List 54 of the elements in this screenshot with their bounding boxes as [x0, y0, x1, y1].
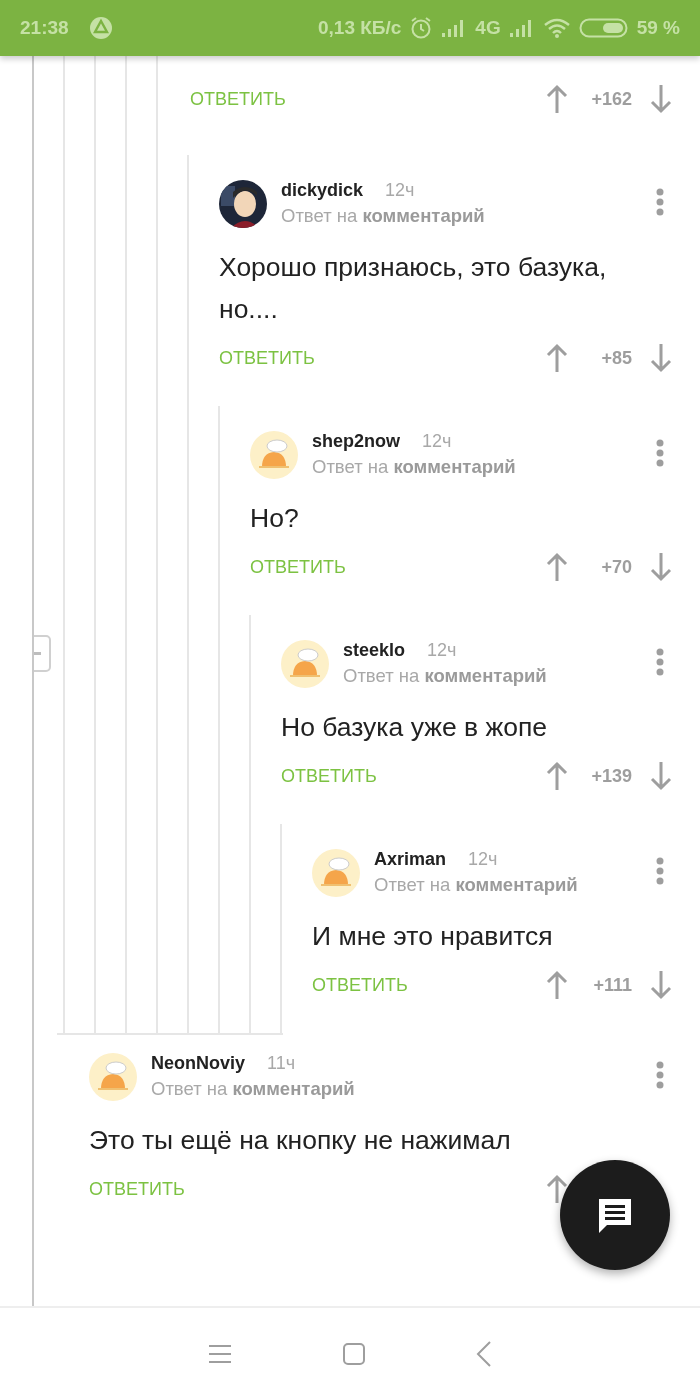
author-name[interactable]: Axriman [374, 849, 447, 870]
reply-info: Ответ на комментарий [343, 665, 548, 687]
more-icon[interactable] [656, 188, 664, 216]
home-icon[interactable] [342, 1342, 366, 1366]
menu-icon[interactable] [208, 1343, 232, 1365]
reply-info: Ответ на комментарий [281, 205, 486, 227]
more-icon[interactable] [656, 857, 664, 885]
comment-text: Это ты ещё на кнопку не нажимал [89, 1124, 512, 1157]
rating-score: +85 [600, 347, 632, 369]
more-icon[interactable] [656, 439, 664, 467]
reply-button[interactable]: ОТВЕТИТЬ [89, 1178, 185, 1200]
comment-text: И мне это нравится [312, 920, 554, 953]
battery-icon [578, 17, 629, 39]
clock: 21:38 [20, 17, 69, 39]
upvote-icon[interactable] [546, 1174, 568, 1204]
comment-text: Хорошо признаюсь, это базука, но.... [219, 251, 608, 326]
reply-info: Ответ на комментарий [374, 874, 579, 896]
downvote-icon[interactable] [650, 84, 672, 114]
more-icon[interactable] [656, 648, 664, 676]
comment-text: Но базука уже в жопе [281, 711, 548, 744]
avatar[interactable] [219, 180, 267, 228]
reply-button[interactable]: ОТВЕТИТЬ [190, 88, 286, 110]
downvote-icon[interactable] [650, 761, 672, 791]
author-name[interactable]: dickydick [281, 180, 364, 201]
reply-button[interactable]: ОТВЕТИТЬ [250, 556, 346, 578]
comment-time: 12ч [468, 849, 498, 870]
network-type: 4G [475, 17, 501, 39]
author-name[interactable]: shep2now [312, 431, 400, 452]
comment-button[interactable] [560, 1160, 670, 1270]
network-speed: 0,13 КБ/с [317, 17, 402, 39]
downvote-icon[interactable] [650, 552, 672, 582]
downvote-icon[interactable] [650, 343, 672, 373]
back-icon[interactable] [476, 1341, 492, 1367]
comment-time: 12ч [385, 180, 415, 201]
comment-time: 12ч [427, 640, 457, 661]
comment-time: 12ч [422, 431, 452, 452]
reply-button[interactable]: ОТВЕТИТЬ [312, 974, 408, 996]
reply-button[interactable]: ОТВЕТИТЬ [281, 765, 377, 787]
author-name[interactable]: steeklo [343, 640, 406, 661]
rating-score: +70 [600, 556, 632, 578]
rating-score: +139 [590, 765, 632, 787]
rating-score: +162 [590, 88, 632, 110]
reply-button[interactable]: ОТВЕТИТЬ [219, 347, 315, 369]
notification-icon [88, 16, 113, 40]
wifi-icon [542, 17, 571, 39]
rating-score: +111 [592, 974, 632, 996]
more-icon[interactable] [656, 1061, 664, 1089]
comment-text: Но? [250, 502, 300, 535]
downvote-icon[interactable] [650, 970, 672, 1000]
comment-time: 11ч [267, 1053, 296, 1074]
author-name[interactable]: NeonNoviy [151, 1053, 246, 1074]
reply-info: Ответ на комментарий [312, 456, 517, 478]
reply-info: Ответ на комментарий [151, 1078, 356, 1100]
battery-level: 59 % [636, 17, 680, 39]
